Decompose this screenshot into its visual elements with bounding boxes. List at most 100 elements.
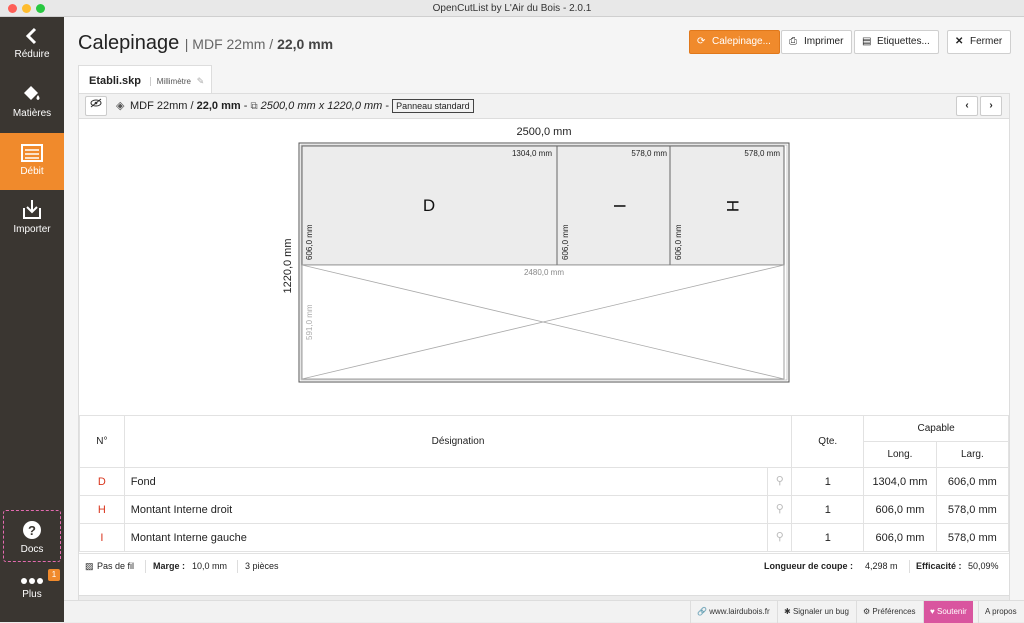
layers-icon: ◈	[116, 100, 125, 112]
row-letter: D	[79, 467, 125, 496]
row-larg: 606,0 mm	[935, 467, 1010, 496]
grain-label: Pas de fil	[97, 561, 135, 571]
chevron-left-icon: ‹	[965, 100, 969, 111]
row-qty: 1	[791, 495, 865, 524]
search-icon[interactable]: ⚲	[767, 496, 791, 523]
sidebar-item-label: Importer	[13, 224, 51, 235]
close-window-button[interactable]	[8, 4, 17, 13]
col-capable-header: Capable	[863, 415, 1009, 442]
row-designation: Montant Interne droit ⚲	[123, 495, 793, 524]
sidebar-item-plus[interactable]: Plus	[0, 577, 64, 613]
table-row[interactable]: I Montant Interne gauche ⚲ 1 606,0 mm 578…	[79, 523, 1010, 552]
divider	[145, 560, 146, 573]
parts-table: N° Désignation Qte. Capable Long. Larg. …	[79, 415, 1010, 552]
row-qty: 1	[791, 467, 865, 496]
sidebar-item-label: Docs	[20, 544, 44, 555]
window-titlebar: OpenCutList by L'Air du Bois - 2.0.1	[0, 0, 1024, 17]
chevron-right-icon: ›	[989, 100, 993, 111]
label-icon: ▤	[862, 36, 872, 47]
tab-unit: Millimètre	[149, 77, 191, 86]
sidebar-item-importer[interactable]: Importer	[0, 198, 64, 248]
printer-icon: ⎙	[789, 36, 797, 47]
sidebar-item-docs[interactable]: ? Docs	[0, 520, 64, 560]
dots-icon	[21, 578, 43, 584]
calepinage-button[interactable]: ⟳ Calepinage...	[689, 30, 780, 54]
about-button[interactable]: A propos	[978, 601, 1023, 623]
piece-i-letter: I	[610, 204, 629, 209]
tab-file-name: Etabli.skp	[89, 75, 141, 87]
marge-label: Marge :	[153, 561, 186, 571]
close-button[interactable]: ✕ Fermer	[947, 30, 1012, 54]
row-long: 606,0 mm	[863, 523, 937, 552]
coupe-value: 4,298 m	[865, 561, 898, 571]
sidebar-item-label: Débit	[20, 166, 44, 177]
piece-h-width: 606,0 mm	[674, 224, 683, 260]
chevron-left-icon	[25, 27, 37, 45]
tab-file[interactable]: Etabli.skp Millimètre ✎	[78, 65, 212, 95]
labels-button[interactable]: ▤ Etiquettes...	[854, 30, 939, 54]
cutting-diagram: 2500,0 mm 1220,0 mm 1304,0 mm 578,0 mm 5…	[282, 126, 790, 383]
col-larg-header: Larg.	[935, 441, 1010, 468]
sheet-panel: ◈ MDF 22mm / 22,0 mm - ⧉ 2500,0 mm x 122…	[78, 93, 1010, 596]
row-letter: H	[79, 495, 125, 524]
paint-bucket-icon	[24, 86, 40, 100]
row-long: 1304,0 mm	[863, 467, 937, 496]
piece-i-width: 606,0 mm	[561, 224, 570, 260]
row-long: 606,0 mm	[863, 495, 937, 524]
table-row[interactable]: D Fond ⚲ 1 1304,0 mm 606,0 mm	[79, 467, 1010, 496]
row-designation: Fond ⚲	[123, 467, 793, 496]
minimize-window-button[interactable]	[22, 4, 31, 13]
gear-icon: ⚙	[863, 607, 871, 616]
status-bar: 🔗 www.lairdubois.fr ✱ Signaler un bug ⚙ …	[64, 600, 1024, 623]
row-letter: I	[79, 523, 125, 552]
website-link[interactable]: 🔗 www.lairdubois.fr	[690, 601, 776, 623]
sidebar-item-debit[interactable]: Débit	[0, 133, 64, 190]
sidebar-item-matieres[interactable]: Matières	[0, 84, 64, 134]
sidebar-item-label: Réduire	[14, 49, 50, 60]
zoom-window-button[interactable]	[36, 4, 45, 13]
efficacite-label: Efficacité :	[916, 561, 962, 571]
marge-value: 10,0 mm	[192, 561, 228, 571]
grain-icon: ▨	[85, 561, 94, 571]
link-icon: 🔗	[697, 607, 707, 616]
support-button[interactable]: ♥ Soutenir	[923, 601, 973, 623]
divider	[909, 560, 910, 573]
preferences-button[interactable]: ⚙ Préférences	[856, 601, 922, 623]
pencil-icon[interactable]: ✎	[197, 76, 205, 86]
sheet-size-icon: ⧉	[250, 101, 258, 112]
search-icon[interactable]: ⚲	[767, 468, 791, 495]
question-icon: ?	[23, 521, 41, 539]
col-long-header: Long.	[863, 441, 937, 468]
refresh-icon: ⟳	[697, 36, 706, 47]
piece-i-length: 578,0 mm	[631, 149, 667, 158]
row-larg: 578,0 mm	[935, 495, 1010, 524]
row-designation: Montant Interne gauche ⚲	[123, 523, 793, 552]
search-icon[interactable]: ⚲	[767, 524, 791, 551]
sidebar-item-reduire[interactable]: Réduire	[0, 27, 64, 77]
piece-h-letter: H	[723, 200, 742, 212]
table-row[interactable]: H Montant Interne droit ⚲ 1 606,0 mm 578,…	[79, 495, 1010, 524]
main-area: Calepinage | MDF 22mm / 22,0 mm ⟳ Calepin…	[64, 17, 1024, 623]
sheet-height-label: 1220,0 mm	[282, 238, 294, 293]
print-button[interactable]: ⎙ Imprimer	[781, 30, 853, 54]
row-qty: 1	[791, 523, 865, 552]
row-larg: 578,0 mm	[935, 523, 1010, 552]
efficacite-value: 50,09%	[968, 561, 999, 571]
report-bug-button[interactable]: ✱ Signaler un bug	[777, 601, 855, 623]
list-icon	[21, 144, 43, 162]
summary-footer: ▨ Pas de fil Marge : 10,0 mm 3 pièces Lo…	[79, 553, 1009, 578]
sheet-info: MDF 22mm / 22,0 mm - ⧉ 2500,0 mm x 1220,…	[130, 94, 474, 119]
window-title: OpenCutList by L'Air du Bois - 2.0.1	[432, 3, 592, 14]
coupe-label: Longueur de coupe :	[764, 561, 853, 571]
next-button[interactable]: ›	[980, 96, 1002, 116]
col-designation-header: Désignation	[123, 415, 793, 468]
hide-toggle-button[interactable]	[85, 96, 107, 116]
eye-slash-icon	[90, 98, 102, 108]
import-icon	[23, 200, 41, 219]
bug-icon: ✱	[784, 607, 791, 616]
offcut-width: 591,0 mm	[305, 304, 314, 340]
sheet-toolbar: ◈ MDF 22mm / 22,0 mm - ⧉ 2500,0 mm x 122…	[79, 94, 1009, 119]
col-qty-header: Qte.	[791, 415, 865, 468]
pieces-count: 3 pièces	[245, 561, 279, 571]
previous-button[interactable]: ‹	[956, 96, 978, 116]
